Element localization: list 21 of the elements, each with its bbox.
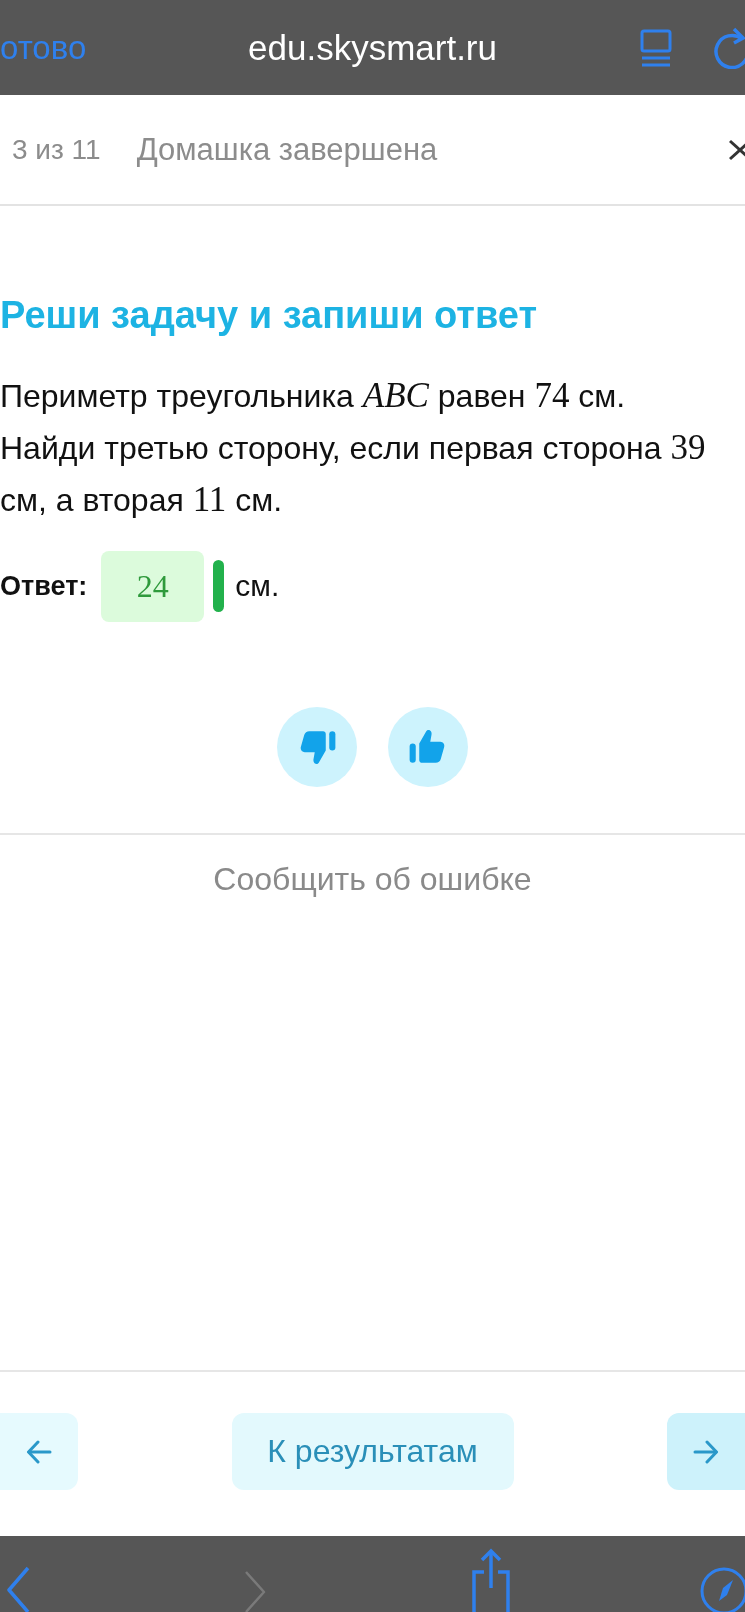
reader-view-icon[interactable] [640,29,672,68]
answer-unit: см. [235,569,280,603]
back-icon[interactable] [5,1566,31,1612]
answer-label: Ответ: [0,570,88,602]
arrow-right-icon [693,1439,719,1464]
problem-text: Периметр треугольника ABC равен 74 см. Найди третью сторону, если первая сторона 39 см, а вторая 11 см. [0,375,707,521]
homework-status: Домашка завершена [136,131,438,168]
next-button[interactable] [667,1413,745,1490]
url-address[interactable]: edu.skysmart.ru [248,27,497,68]
arrow-left-icon [26,1439,52,1464]
results-button[interactable]: К результатам [231,1413,514,1490]
close-icon[interactable] [728,138,745,161]
report-error-link[interactable]: Сообщить об ошибке [213,860,532,898]
task-title: Реши задачу и запиши ответ [0,294,539,336]
reload-icon[interactable] [712,26,745,69]
compass-icon[interactable] [699,1566,745,1612]
done-button[interactable]: отово [0,28,87,67]
progress-counter: 3 из 11 [12,133,101,166]
answer-field[interactable]: 24 [101,550,205,622]
previous-button[interactable] [0,1413,78,1490]
share-icon[interactable] [471,1548,511,1612]
